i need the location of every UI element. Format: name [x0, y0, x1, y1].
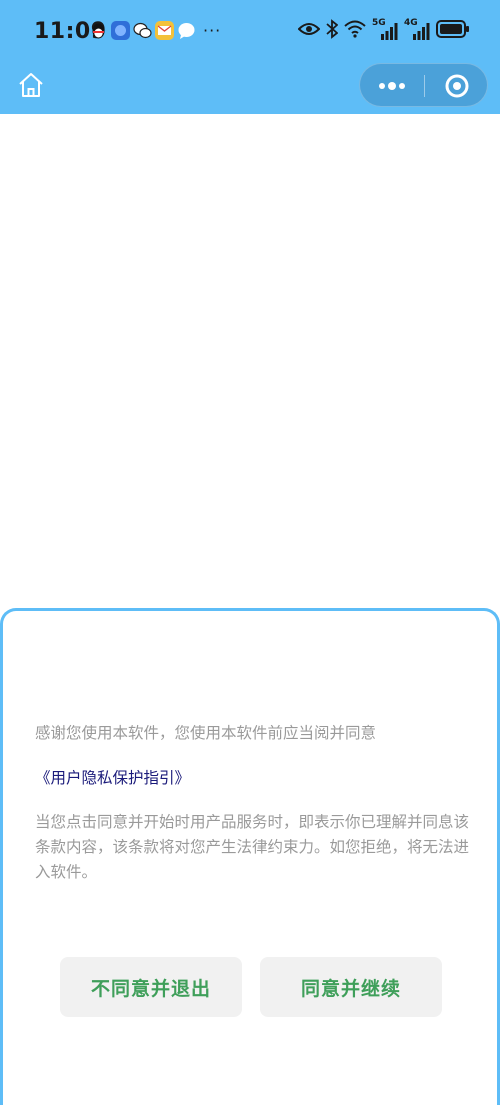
dialog-body-text: 当您点击同意并开始时用产品服务时，即表示你已理解并同息该条款内容，该条款将对您产…	[35, 813, 470, 881]
more-dots-icon	[379, 82, 405, 90]
privacy-dialog: 感谢您使用本软件，您使用本软件前应当阅并同意 《用户隐私保护指引》 当您点击同意…	[0, 608, 500, 1105]
bluetooth-icon	[326, 19, 339, 43]
signal-4g-icon: 4G	[404, 18, 430, 41]
eye-icon	[297, 21, 321, 41]
agree-continue-button[interactable]: 同意并继续	[260, 957, 442, 1017]
wifi-icon	[344, 20, 366, 42]
capsule-menu	[359, 63, 488, 107]
status-bar: 11:09 ··· 5G 4G	[0, 0, 500, 62]
mail-icon	[155, 21, 174, 40]
close-button[interactable]	[425, 64, 489, 108]
qq-icon	[89, 21, 108, 40]
system-icons: 5G 4G	[297, 18, 470, 43]
more-notifications-icon: ···	[203, 21, 222, 40]
signal-5g-icon: 5G	[372, 18, 398, 41]
more-button[interactable]	[360, 64, 424, 108]
mini-program-nav	[0, 62, 500, 114]
home-icon	[19, 73, 43, 97]
battery-icon	[436, 20, 470, 42]
header-bar: 11:09 ··· 5G 4G	[0, 0, 500, 114]
message-icon	[177, 21, 196, 40]
privacy-policy-link[interactable]: 《用户隐私保护指引》	[35, 766, 190, 790]
notification-icons: ···	[89, 21, 221, 40]
home-button[interactable]	[14, 68, 48, 102]
decline-exit-button[interactable]: 不同意并退出	[60, 957, 242, 1017]
wechat-icon	[133, 21, 152, 40]
browser-icon	[111, 21, 130, 40]
target-close-icon	[445, 74, 469, 98]
dialog-intro-text: 感谢您使用本软件，您使用本软件前应当阅并同意	[35, 724, 377, 742]
